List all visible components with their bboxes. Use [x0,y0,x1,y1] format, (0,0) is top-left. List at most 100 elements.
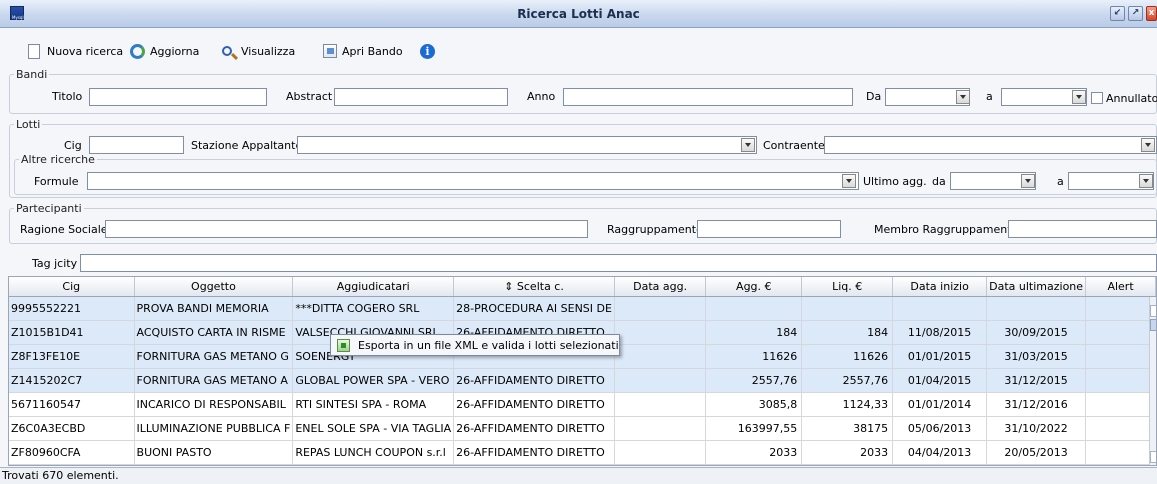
table-cell: 01/01/2014 [892,392,988,417]
bandi-legend: Bandi [16,68,48,81]
table-cell: 2557,76 [705,368,803,393]
window-title: Ricerca Lotti Anac [517,7,640,21]
open-bando-icon [323,44,337,58]
formule-select[interactable] [87,172,859,190]
raggruppamento-input[interactable] [697,220,841,238]
table-row[interactable]: 9995552221 PROVA BANDI MEMORIA ***DITTA CO… [9,296,1156,321]
table-cell: 28-PROCEDURA AI SENSI DE [453,296,615,321]
table-cell: BUONI PASTO [134,440,294,465]
table-cell [1085,344,1156,369]
col-header-liq-euro[interactable]: Liq. € [801,277,894,297]
titolo-input[interactable] [89,88,267,106]
da-label: Da [866,90,882,103]
col-header-data-inizio[interactable]: Data inizio [892,277,988,297]
table-row[interactable]: 5671160547 INCARICO DI RESPONSABIL RTI SIN… [9,392,1156,417]
ragione-sociale-input[interactable] [105,220,588,238]
scroll-up-icon[interactable] [1150,305,1156,317]
aggiorna-button[interactable]: Aggiorna [130,43,199,59]
export-xml-menu-item[interactable]: Esporta in un file XML e valida i lotti … [358,339,619,352]
titolo-label: Titolo [52,90,83,103]
stazione-dropdown-icon[interactable] [741,138,755,152]
visualizza-button[interactable]: Visualizza [222,43,295,59]
col-header-data-ultimazione[interactable]: Data ultimazione [986,277,1087,297]
table-cell: 3085,8 [705,392,803,417]
table-row[interactable]: Z6C0A3ECBD ILLUMINAZIONE PUBBLICA F ENEL S… [9,416,1156,441]
table-row[interactable]: ZF80960CFA BUONI PASTO REPAS LUNCH COUPON … [9,440,1156,465]
stazione-appaltante-label: Stazione Appaltante [191,139,303,152]
refresh-icon [130,43,145,59]
vertical-scrollbar[interactable] [1149,297,1156,465]
table-cell: 01/04/2015 [892,368,988,393]
table-cell: REPAS LUNCH COUPON s.r.l [292,440,455,465]
stazione-appaltante-select[interactable] [297,136,757,154]
scroll-thumb[interactable] [1150,319,1156,331]
ultimo-agg-label: Ultimo agg. [863,175,927,188]
cig-label: Cig [64,139,82,152]
scroll-down-icon[interactable] [1150,451,1156,463]
formule-dropdown-icon[interactable] [842,174,856,188]
contraente-label: Contraente [763,139,825,152]
table-cell: 04/04/2013 [892,440,988,465]
ultimo-da-dropdown-icon[interactable] [1021,174,1035,188]
col-header-agg-euro[interactable]: Agg. € [705,277,803,297]
col-header-alert[interactable]: Alert [1085,277,1156,297]
anno-input[interactable] [563,88,853,106]
col-header-scelta[interactable]: ⇕ Scelta c. [453,277,615,297]
anno-label: Anno [527,90,556,103]
table-cell [801,296,894,321]
table-cell: 26-AFFIDAMENTO DIRETTO [453,392,615,417]
table-row[interactable]: Z1415202C7 FORNITURA GAS METANO A GLOBAL P… [9,368,1156,393]
lotti-table-body: Cig Oggetto Aggiudicatari ⇕ Scelta c. Da… [9,277,1156,465]
contraente-select[interactable] [824,136,1157,154]
col-header-aggiudicatari[interactable]: Aggiudicatari [292,277,455,297]
table-cell: 2557,76 [801,368,894,393]
toolbar: Nuova ricerca Aggiorna Visualizza Apri B… [0,28,1157,62]
lotti-table: Cig Oggetto Aggiudicatari ⇕ Scelta c. Da… [8,276,1157,466]
maximize-button[interactable]: ↗ [1128,6,1143,21]
table-cell: 2033 [705,440,803,465]
minimize-button[interactable]: ↙ [1110,6,1125,21]
table-cell [1085,296,1156,321]
partecipanti-legend: Partecipanti [16,202,82,215]
info-button[interactable]: i [420,43,435,59]
table-cell: 11/08/2015 [892,320,988,345]
tag-jcity-label: Tag jcity [32,257,78,270]
annullato-checkbox[interactable] [1091,92,1103,104]
table-cell [1085,320,1156,345]
table-cell: 9995552221 [9,296,135,321]
table-cell [1085,416,1156,441]
table-cell: 11626 [801,344,894,369]
nuova-ricerca-button[interactable]: Nuova ricerca [26,43,123,59]
ultimo-a-dropdown-icon[interactable] [1139,174,1153,188]
table-cell: ENEL SOLE SPA - VIA TAGLIA [292,416,455,441]
table-cell [614,344,707,369]
col-header-cig[interactable]: Cig [9,277,135,297]
data-a-dropdown-icon[interactable] [1072,90,1086,104]
contraente-dropdown-icon[interactable] [1141,138,1155,152]
table-cell: ***DITTA COGERO SRL [292,296,455,321]
tag-jcity-input[interactable] [80,254,1157,272]
col-header-data-agg[interactable]: Data agg. [614,277,707,297]
table-cell: ZF80960CFA [9,440,135,465]
membro-raggruppamento-input[interactable] [1008,220,1157,238]
table-cell: 31/12/2016 [986,392,1087,417]
export-xml-icon [337,338,350,352]
col-header-oggetto[interactable]: Oggetto [134,277,294,297]
status-text: Trovati 670 elementi. [2,469,119,482]
table-cell: 26-AFFIDAMENTO DIRETTO [453,440,615,465]
table-cell [614,320,707,345]
data-da-dropdown-icon[interactable] [956,90,970,104]
table-cell: RTI SINTESI SPA - ROMA [292,392,455,417]
search-icon [222,46,232,56]
ultimo-da-label: da [932,175,946,188]
visualizza-label: Visualizza [241,44,296,58]
table-cell: 184 [801,320,894,345]
close-button[interactable]: x [1146,6,1157,21]
abstract-input[interactable] [334,88,508,106]
apri-bando-button[interactable]: Apri Bando [323,43,403,59]
table-cell [614,392,707,417]
formule-label: Formule [34,175,79,188]
table-cell: 1124,33 [801,392,894,417]
cig-input[interactable] [89,136,184,154]
table-cell [986,296,1087,321]
